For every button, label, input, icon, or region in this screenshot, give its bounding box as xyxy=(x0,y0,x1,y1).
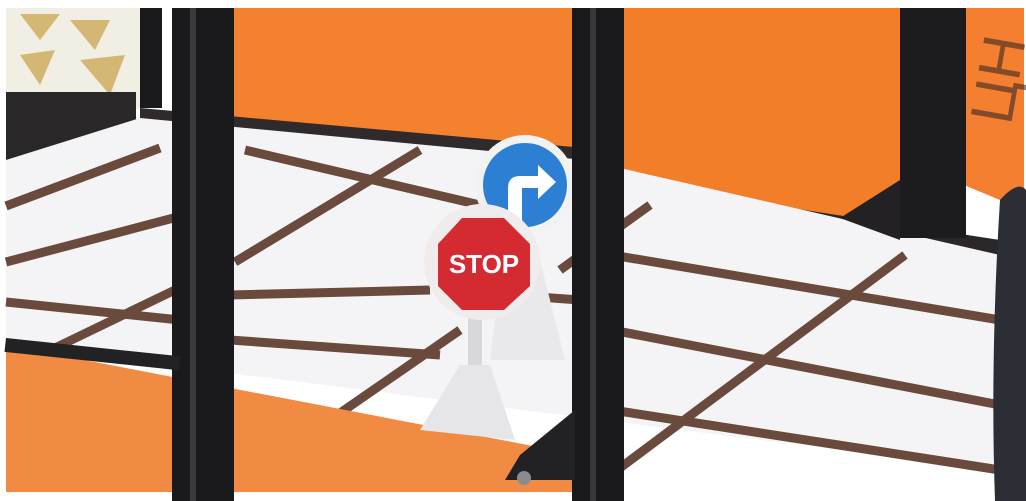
frame-bolt xyxy=(517,471,531,485)
frame-top-bar xyxy=(140,8,162,108)
frame-bar-right xyxy=(900,8,966,238)
blurred-foreground-object xyxy=(993,186,1026,501)
stop-sign-text: STOP xyxy=(449,249,519,279)
robot-track-scene: ЦН STOP xyxy=(0,0,1026,501)
frame-bar-left xyxy=(172,8,234,501)
frame-bar-center xyxy=(572,8,624,501)
foreground-white-strip xyxy=(6,492,1026,501)
